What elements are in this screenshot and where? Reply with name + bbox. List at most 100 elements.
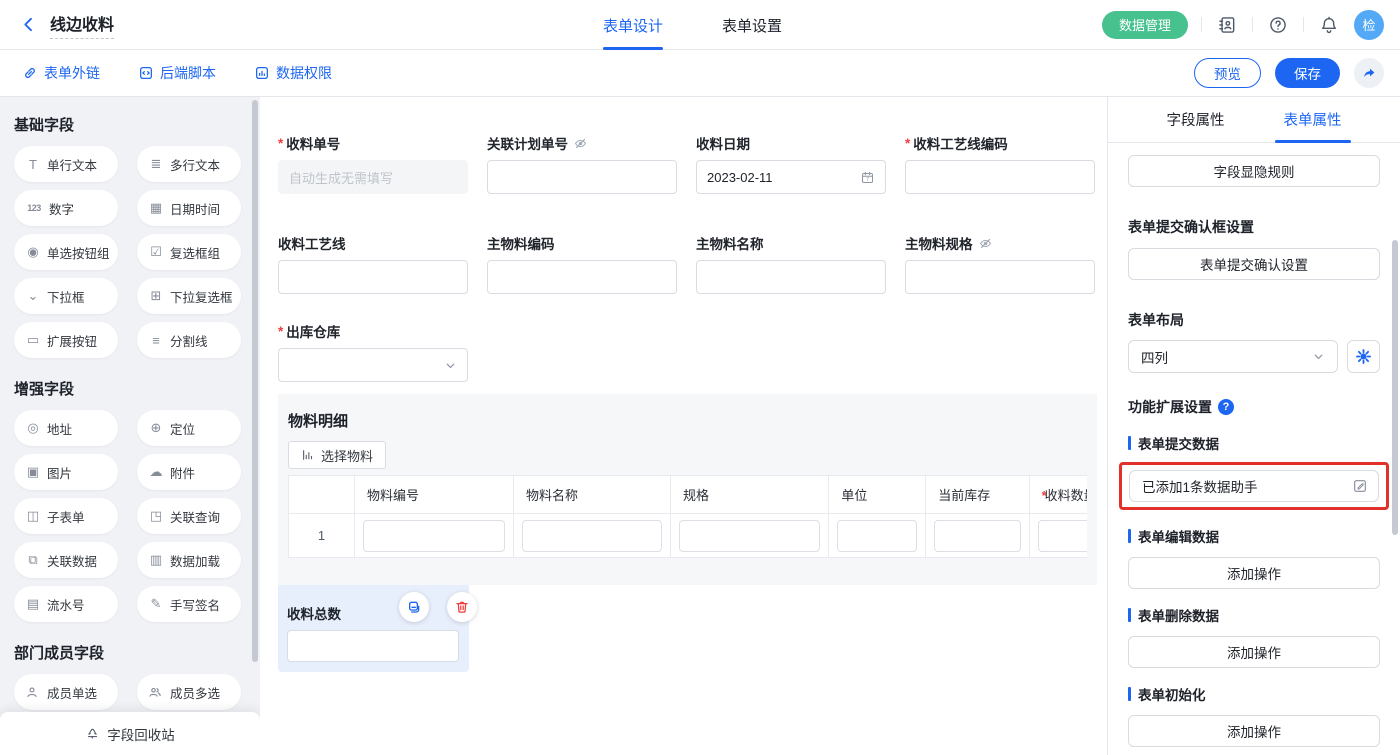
field-main-material-name[interactable]: 主物料名称 bbox=[696, 233, 886, 294]
data-assistant-button[interactable]: 已添加1条数据助手 bbox=[1129, 470, 1379, 502]
share-button[interactable] bbox=[1354, 58, 1384, 88]
process-line-input[interactable] bbox=[278, 260, 468, 294]
field-main-material-spec[interactable]: 主物料规格 bbox=[905, 233, 1095, 294]
submit-confirm-button[interactable]: 表单提交确认设置 bbox=[1128, 248, 1380, 280]
field-pill-divider[interactable]: ≡分割线 bbox=[137, 322, 241, 358]
back-icon[interactable] bbox=[16, 13, 40, 37]
field-pill-data-load[interactable]: ▥数据加载 bbox=[137, 542, 241, 578]
extend-button-icon: ▭ bbox=[25, 332, 41, 348]
form-title[interactable]: 线边收料 bbox=[50, 11, 114, 39]
tab-form-properties[interactable]: 表单属性 bbox=[1284, 97, 1342, 142]
main-material-code-input[interactable] bbox=[487, 260, 677, 294]
warehouse-select[interactable] bbox=[278, 348, 468, 382]
data-load-chart-icon: ▥ bbox=[148, 552, 164, 568]
total-receipt-input[interactable] bbox=[287, 630, 459, 662]
field-pill-member-single[interactable]: 成员单选 bbox=[14, 674, 118, 710]
field-process-line-code[interactable]: *收料工艺线编码 bbox=[905, 133, 1095, 194]
receipt-no-input[interactable]: 自动生成无需填写 bbox=[278, 160, 468, 194]
contacts-book-icon[interactable] bbox=[1215, 13, 1239, 37]
unit-cell-input[interactable] bbox=[837, 520, 917, 552]
field-pill-dropdown-multi[interactable]: ⊞下拉复选框 bbox=[137, 278, 241, 314]
selected-field-total-receipt[interactable]: 收料总数 bbox=[278, 585, 469, 672]
current-stock-cell-input[interactable] bbox=[934, 520, 1020, 552]
layout-settings-button[interactable] bbox=[1347, 340, 1380, 373]
section-member-fields: 部门成员字段 bbox=[0, 642, 260, 663]
field-pill-member-multi[interactable]: 成员多选 bbox=[137, 674, 241, 710]
col-receipt-qty: *收料数量 bbox=[1029, 476, 1087, 514]
field-pill-extend-button[interactable]: ▭扩展按钮 bbox=[14, 322, 118, 358]
field-recycle-bin[interactable]: 字段回收站 bbox=[0, 712, 260, 755]
tab-form-settings[interactable]: 表单设置 bbox=[722, 0, 782, 50]
backend-script-button[interactable]: 后端脚本 bbox=[138, 63, 216, 83]
spec-cell-input[interactable] bbox=[679, 520, 820, 552]
calendar-icon: 7 bbox=[860, 170, 875, 185]
field-process-line[interactable]: 收料工艺线 bbox=[278, 233, 468, 294]
add-action-button-delete[interactable]: 添加操作 bbox=[1128, 636, 1380, 668]
user-avatar[interactable]: 检 bbox=[1354, 10, 1384, 40]
delete-field-button[interactable] bbox=[447, 592, 477, 622]
field-pill-image[interactable]: ▣图片 bbox=[14, 454, 118, 490]
field-pill-linked-data[interactable]: ⧉关联数据 bbox=[14, 542, 118, 578]
process-line-code-input[interactable] bbox=[905, 160, 1095, 194]
plan-no-input[interactable] bbox=[487, 160, 677, 194]
field-pill-subform[interactable]: ◫子表单 bbox=[14, 498, 118, 534]
field-plan-no[interactable]: 关联计划单号 bbox=[487, 133, 677, 194]
help-icon[interactable] bbox=[1266, 13, 1290, 37]
field-receipt-date[interactable]: 收料日期 2023-02-11 7 bbox=[696, 133, 886, 194]
location-icon: ⊕ bbox=[148, 420, 164, 436]
group-form-submit-data: 表单提交数据 bbox=[1128, 433, 1380, 453]
copy-field-button[interactable] bbox=[399, 592, 429, 622]
field-pill-radio-group[interactable]: ◉单选按钮组 bbox=[14, 234, 118, 270]
field-pill-attachment[interactable]: ☁附件 bbox=[137, 454, 241, 490]
main-material-name-input[interactable] bbox=[696, 260, 886, 294]
main-material-spec-input[interactable] bbox=[905, 260, 1095, 294]
field-pill-address[interactable]: ◎地址 bbox=[14, 410, 118, 446]
field-receipt-no[interactable]: *收料单号 自动生成无需填写 bbox=[278, 133, 468, 194]
tab-form-design[interactable]: 表单设计 bbox=[603, 0, 663, 50]
edit-pencil-icon[interactable] bbox=[1352, 478, 1368, 494]
required-mark: * bbox=[278, 136, 283, 151]
field-visibility-rules-button[interactable]: 字段显隐规则 bbox=[1128, 155, 1380, 187]
field-pill-signature[interactable]: ✎手写签名 bbox=[137, 586, 241, 622]
field-pill-location[interactable]: ⊕定位 bbox=[137, 410, 241, 446]
receipt-qty-cell-input[interactable] bbox=[1038, 520, 1087, 552]
field-pill-linked-query[interactable]: ◳关联查询 bbox=[137, 498, 241, 534]
col-spec: 规格 bbox=[671, 476, 829, 514]
subform-table: 物料编号 物料名称 规格 单位 当前库存 *收料数量 1 bbox=[288, 475, 1087, 558]
notification-bell-icon[interactable] bbox=[1317, 13, 1341, 37]
field-pill-single-line-text[interactable]: T单行文本 bbox=[14, 146, 118, 182]
form-layout-title: 表单布局 bbox=[1128, 310, 1380, 330]
properties-panel: 字段属性 表单属性 字段显隐规则 表单提交确认框设置 表单提交确认设置 表单布局… bbox=[1107, 97, 1400, 755]
field-main-material-code[interactable]: 主物料编码 bbox=[487, 233, 677, 294]
calendar-icon: ▦ bbox=[148, 200, 164, 216]
field-pill-serial-number[interactable]: ▤流水号 bbox=[14, 586, 118, 622]
data-manage-button[interactable]: 数据管理 bbox=[1102, 11, 1188, 39]
save-button[interactable]: 保存 bbox=[1275, 58, 1340, 88]
col-row-number bbox=[289, 476, 355, 514]
material-name-cell-input[interactable] bbox=[522, 520, 662, 552]
data-permission-button[interactable]: 数据权限 bbox=[254, 63, 332, 83]
panel-scrollbar[interactable] bbox=[1392, 240, 1398, 535]
layout-select[interactable]: 四列 bbox=[1128, 340, 1338, 373]
preview-button[interactable]: 预览 bbox=[1194, 58, 1261, 88]
help-circle-icon[interactable]: ? bbox=[1218, 399, 1234, 415]
select-material-button[interactable]: 选择物料 bbox=[288, 441, 386, 469]
receipt-date-input[interactable]: 2023-02-11 7 bbox=[696, 160, 886, 194]
field-pill-dropdown[interactable]: ⌄下拉框 bbox=[14, 278, 118, 314]
divider bbox=[1303, 17, 1304, 32]
tab-field-properties[interactable]: 字段属性 bbox=[1167, 97, 1225, 142]
sidebar-scrollbar[interactable] bbox=[252, 100, 258, 662]
external-link-button[interactable]: 表单外链 bbox=[22, 63, 100, 83]
field-warehouse[interactable]: *出库仓库 bbox=[278, 321, 468, 382]
table-header-row: 物料编号 物料名称 规格 单位 当前库存 *收料数量 bbox=[289, 476, 1088, 514]
field-pill-datetime[interactable]: ▦日期时间 bbox=[137, 190, 241, 226]
field-pill-checkbox-group[interactable]: ☑复选框组 bbox=[137, 234, 241, 270]
add-action-button-init[interactable]: 添加操作 bbox=[1128, 715, 1380, 747]
material-code-cell-input[interactable] bbox=[363, 520, 505, 552]
subform-material-detail[interactable]: 物料明细 选择物料 物料编号 物料名称 规格 单位 bbox=[278, 394, 1097, 585]
field-pill-number[interactable]: 123数字 bbox=[14, 190, 118, 226]
group-form-delete-data: 表单删除数据 bbox=[1128, 605, 1380, 625]
field-pill-multi-line-text[interactable]: ≣多行文本 bbox=[137, 146, 241, 182]
extension-settings-title: 功能扩展设置 ? bbox=[1128, 397, 1380, 417]
add-action-button-edit[interactable]: 添加操作 bbox=[1128, 557, 1380, 589]
